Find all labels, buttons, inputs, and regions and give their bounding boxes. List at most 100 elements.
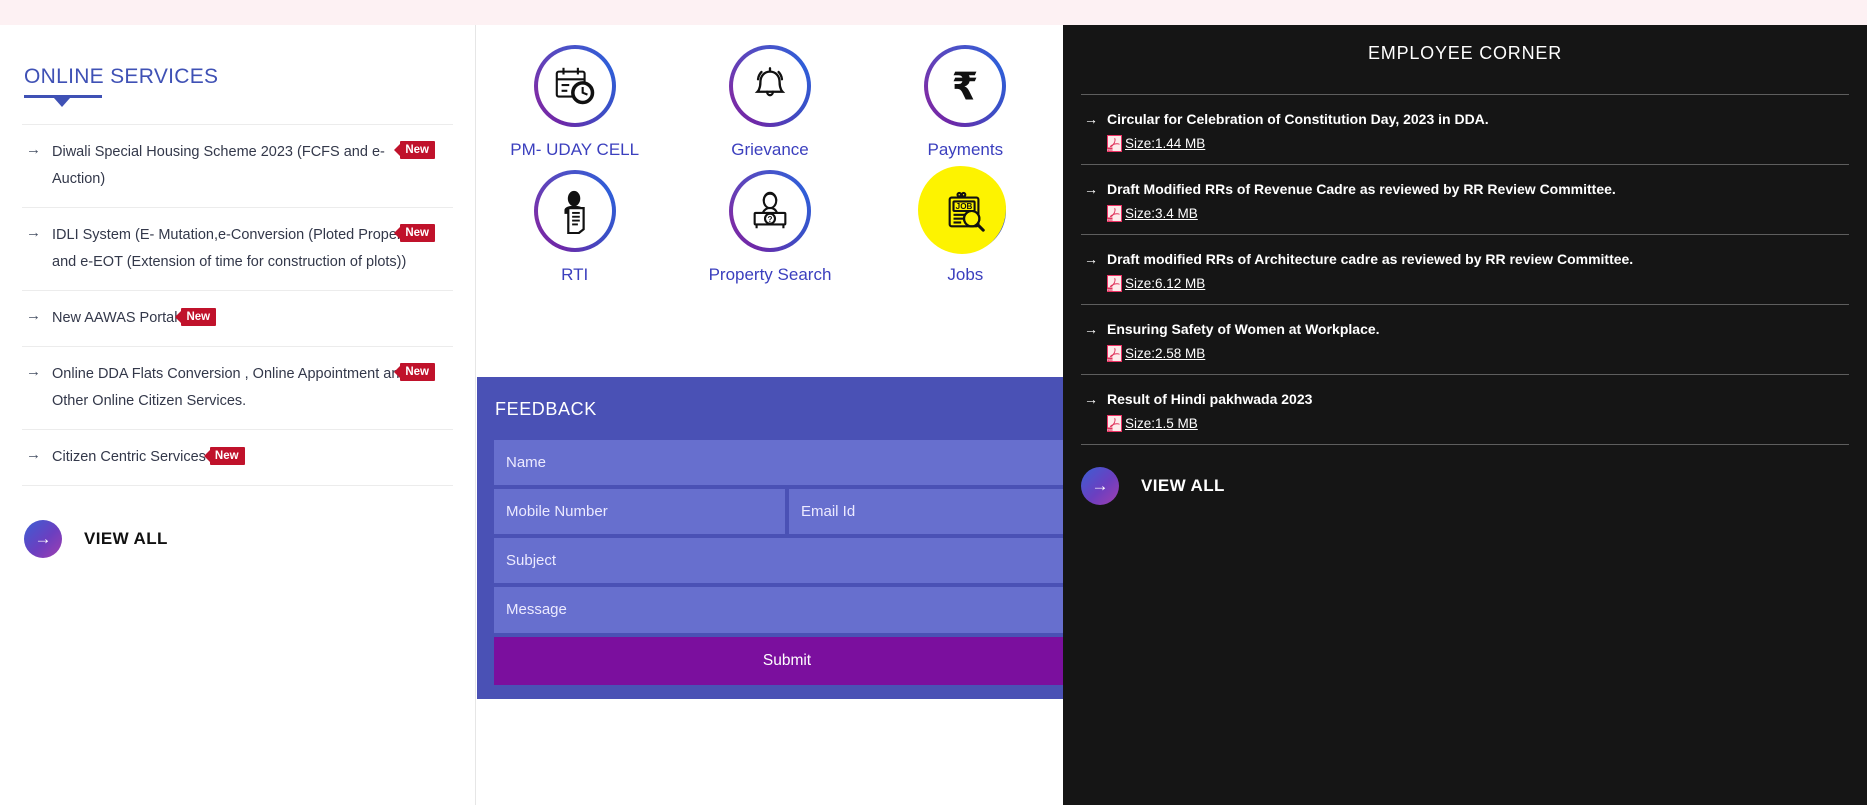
- view-all-label: VIEW ALL: [84, 529, 168, 548]
- icon-ring: [533, 45, 616, 127]
- status-badge: New: [394, 141, 435, 159]
- quick-link-property-search[interactable]: ? Property Search: [672, 170, 867, 285]
- document-title: Result of Hindi pakhwada 2023: [1107, 391, 1313, 407]
- submit-button[interactable]: Submit: [494, 637, 1080, 685]
- person-document-icon: [552, 188, 598, 234]
- arrow-right-icon: →: [1084, 181, 1098, 197]
- help-desk-icon: ?: [747, 188, 793, 234]
- status-badge: New: [175, 308, 217, 326]
- arrow-right-icon: →: [26, 363, 41, 380]
- pdf-icon: PDF: [1107, 205, 1122, 222]
- arrow-right-icon: →: [1084, 391, 1098, 407]
- list-item-body: Draft modified RRs of Architecture cadre…: [1107, 249, 1849, 292]
- list-item[interactable]: → Diwali Special Housing Scheme 2023 (FC…: [22, 124, 453, 208]
- list-item[interactable]: → New AAWAS Portal New: [22, 291, 453, 347]
- quick-links-grid: PM- UDAY CELL Grievance ₹ Payments RTI ?…: [477, 25, 1063, 285]
- quick-link-label: Jobs: [947, 265, 984, 284]
- pdf-icon: PDF: [1107, 415, 1122, 432]
- arrow-right-icon: →: [1081, 467, 1119, 505]
- message-field[interactable]: [494, 587, 1080, 633]
- document-title: Circular for Celebration of Constitution…: [1107, 111, 1489, 127]
- online-services-heading: ONLINE SERVICES: [24, 65, 219, 88]
- employee-corner-view-all-button[interactable]: → VIEW ALL: [1081, 444, 1849, 505]
- heading-underline: [24, 95, 102, 107]
- calendar-clock-icon: [552, 63, 598, 109]
- list-item[interactable]: → Ensuring Safety of Women at Workplace.…: [1081, 304, 1849, 374]
- status-badge: New: [394, 363, 435, 381]
- quick-link-label: Payments: [927, 140, 1004, 159]
- document-size: Size:2.58 MB: [1125, 346, 1206, 361]
- job-search-icon: JOB: [942, 188, 988, 234]
- service-label: New AAWAS Portal New: [52, 305, 453, 332]
- quick-link-jobs[interactable]: JOB Jobs: [868, 166, 1063, 285]
- view-all-label: VIEW ALL: [1141, 476, 1225, 495]
- feedback-title: FEEDBACK: [495, 399, 597, 419]
- quick-link-rti[interactable]: RTI: [477, 170, 672, 285]
- arrow-right-icon: →: [26, 141, 41, 158]
- document-title: Draft modified RRs of Architecture cadre…: [1107, 251, 1634, 267]
- name-field[interactable]: [494, 440, 1080, 485]
- service-label-text: New AAWAS Portal: [52, 310, 178, 326]
- quick-link-grievance[interactable]: Grievance: [672, 45, 867, 160]
- list-item[interactable]: → IDLI System (E- Mutation,e-Conversion …: [22, 208, 453, 291]
- subject-field[interactable]: [494, 538, 1080, 583]
- list-item[interactable]: → Draft Modified RRs of Revenue Cadre as…: [1081, 164, 1849, 234]
- svg-text:PDF: PDF: [1107, 148, 1113, 152]
- service-label: Diwali Special Housing Scheme 2023 (FCFS…: [52, 144, 385, 187]
- message-wrapper: [494, 587, 1080, 633]
- arrow-right-icon: →: [1084, 111, 1098, 127]
- feedback-form: FEEDBACK Submit: [477, 377, 1097, 699]
- arrow-right-icon: →: [26, 224, 41, 241]
- document-title: Ensuring Safety of Women at Workplace.: [1107, 321, 1380, 337]
- document-size-row[interactable]: PDF Size:2.58 MB: [1107, 345, 1849, 362]
- mobile-number-field[interactable]: [494, 489, 785, 534]
- document-size: Size:1.5 MB: [1125, 416, 1198, 431]
- quick-link-pm-uday-cell[interactable]: PM- UDAY CELL: [477, 45, 672, 160]
- employee-corner-title: EMPLOYEE CORNER: [1367, 43, 1563, 63]
- list-item[interactable]: → Online DDA Flats Conversion , Online A…: [22, 347, 453, 430]
- document-size-row[interactable]: PDF Size:1.5 MB: [1107, 415, 1849, 432]
- quick-link-label: Property Search: [708, 265, 832, 284]
- service-label: IDLI System (E- Mutation,e-Conversion (P…: [52, 227, 430, 270]
- svg-text:JOB: JOB: [956, 202, 973, 211]
- quick-link-label: RTI: [561, 265, 589, 284]
- document-size-row[interactable]: PDF Size:3.4 MB: [1107, 205, 1849, 222]
- arrow-right-icon: →: [26, 446, 41, 463]
- document-size-row[interactable]: PDF Size:6.12 MB: [1107, 275, 1849, 292]
- status-badge: New: [394, 224, 435, 242]
- icon-ring: [533, 170, 616, 252]
- service-label: Citizen Centric Services New: [52, 444, 453, 471]
- document-size: Size:1.44 MB: [1125, 136, 1206, 151]
- page-root: ONLINE SERVICES → Diwali Special Housing…: [0, 0, 1867, 805]
- bell-icon: [747, 63, 793, 109]
- list-item[interactable]: → Result of Hindi pakhwada 2023 PDF Size…: [1081, 374, 1849, 444]
- online-services-panel: ONLINE SERVICES → Diwali Special Housing…: [0, 25, 476, 805]
- online-services-view-all-button[interactable]: → VIEW ALL: [22, 520, 453, 558]
- document-size: Size:3.4 MB: [1125, 206, 1198, 221]
- employee-corner-panel: EMPLOYEE CORNER → Circular for Celebrati…: [1063, 25, 1867, 805]
- svg-text:PDF: PDF: [1107, 218, 1113, 222]
- list-item-body: Circular for Celebration of Constitution…: [1107, 109, 1849, 152]
- list-item-body: Result of Hindi pakhwada 2023 PDF Size:1…: [1107, 389, 1849, 432]
- quick-link-label: Grievance: [731, 140, 809, 159]
- icon-ring: [728, 45, 811, 127]
- list-item-body: Draft Modified RRs of Revenue Cadre as r…: [1107, 179, 1849, 222]
- rupee-icon: ₹: [942, 63, 988, 109]
- list-item-body: Ensuring Safety of Women at Workplace. P…: [1107, 319, 1849, 362]
- svg-text:PDF: PDF: [1107, 358, 1113, 362]
- icon-ring: JOB: [918, 166, 1007, 254]
- center-panel: PM- UDAY CELL Grievance ₹ Payments RTI ?…: [477, 25, 1097, 805]
- list-item[interactable]: → Circular for Celebration of Constituti…: [1081, 94, 1849, 164]
- pdf-icon: PDF: [1107, 275, 1122, 292]
- list-item[interactable]: → Draft modified RRs of Architecture cad…: [1081, 234, 1849, 304]
- document-title: Draft Modified RRs of Revenue Cadre as r…: [1107, 181, 1616, 197]
- quick-link-payments[interactable]: ₹ Payments: [868, 45, 1063, 160]
- icon-ring: ?: [728, 170, 811, 252]
- email-field[interactable]: [789, 489, 1080, 534]
- service-label-text: Citizen Centric Services: [52, 449, 206, 465]
- pdf-icon: PDF: [1107, 345, 1122, 362]
- document-size-row[interactable]: PDF Size:1.44 MB: [1107, 135, 1849, 152]
- list-item[interactable]: → Citizen Centric Services New: [22, 430, 453, 486]
- document-size: Size:6.12 MB: [1125, 276, 1206, 291]
- service-label: Online DDA Flats Conversion , Online App…: [52, 366, 408, 409]
